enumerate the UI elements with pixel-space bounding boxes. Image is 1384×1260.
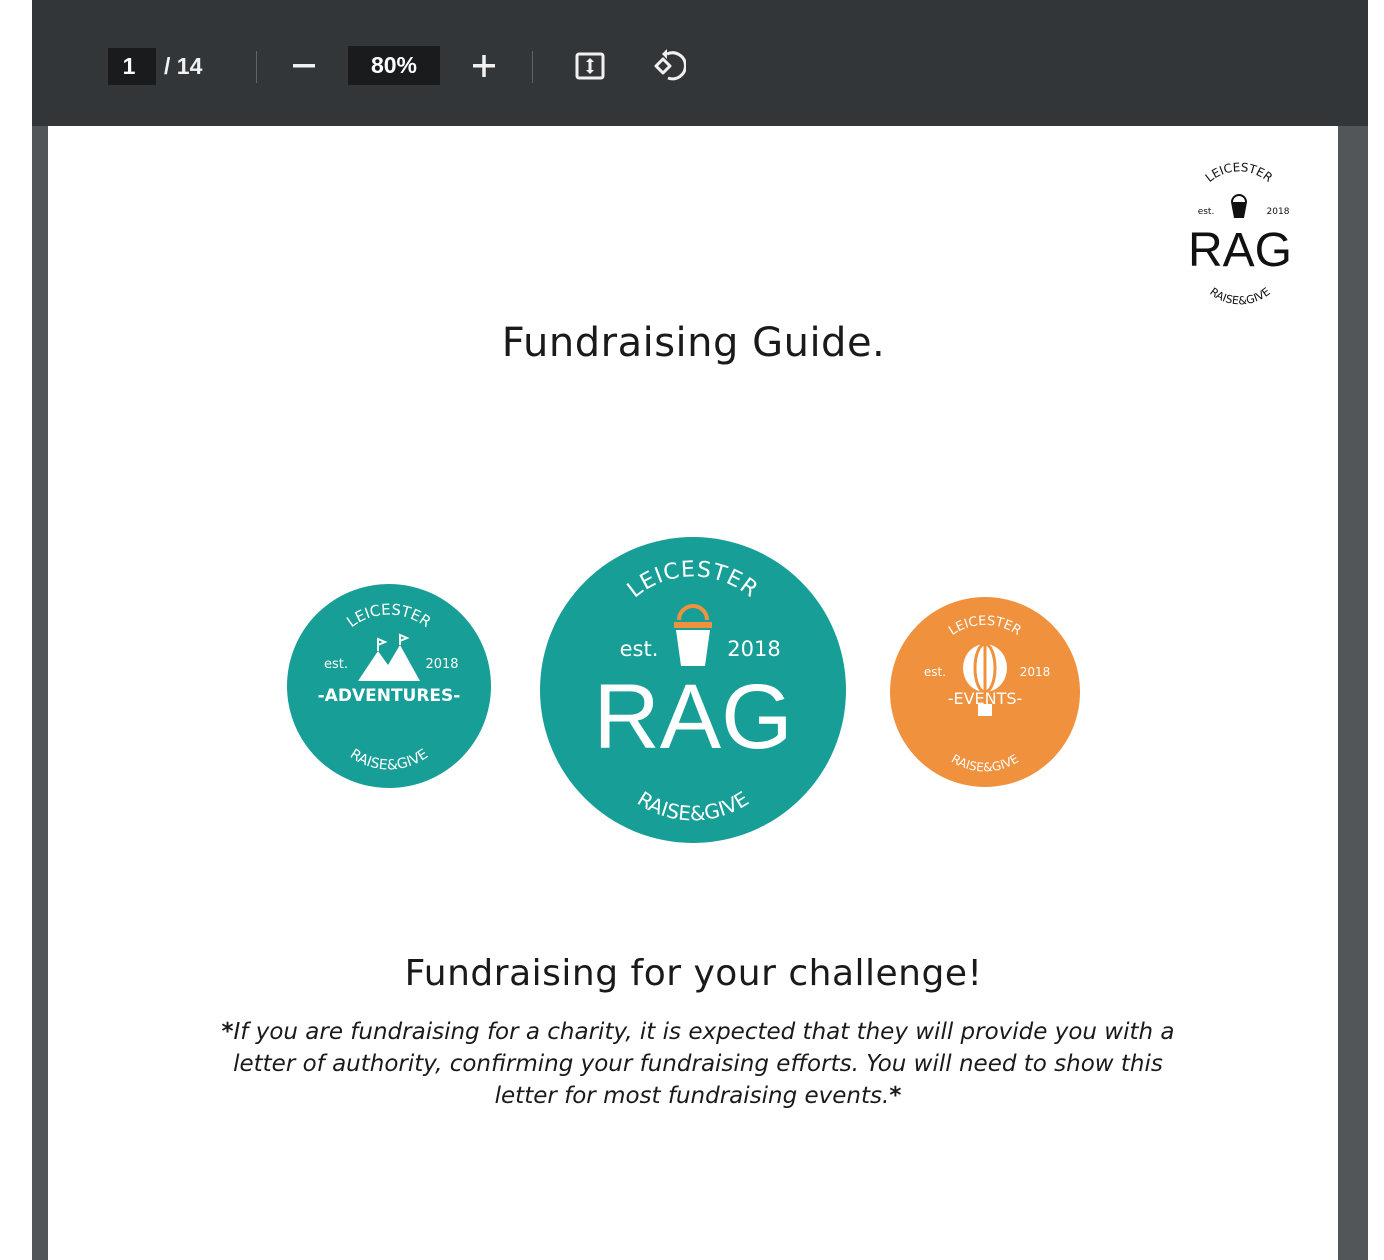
- svg-text:2018: 2018: [1020, 665, 1051, 679]
- svg-text:2018: 2018: [425, 657, 458, 672]
- note-text: If you are fundraising for a charity, it…: [233, 1019, 1175, 1109]
- logo-main-text: RAG: [1188, 224, 1292, 277]
- svg-text:est.: est.: [324, 657, 348, 672]
- pdf-viewer: 1 / 14 80% LEICESTER est. 2018 RAG RAISE…: [32, 0, 1368, 1260]
- logo-top-text: LEICESTER: [1203, 160, 1276, 185]
- fit-to-page-button[interactable]: [570, 46, 610, 86]
- rag-corner-logo: LEICESTER est. 2018 RAG RAISE&GIVE: [1188, 160, 1292, 307]
- rag-events-logo: LEICESTER est. 2018 -EVENTS- RAISE&GIVE: [890, 597, 1080, 787]
- document-title: Fundraising Guide.: [501, 320, 886, 366]
- svg-text:-EVENTS-: -EVENTS-: [948, 689, 1023, 708]
- logo-year-text: 2018: [1267, 207, 1290, 217]
- pdf-page: LEICESTER est. 2018 RAG RAISE&GIVE Fundr…: [48, 126, 1339, 1260]
- fit-to-page-icon: [575, 52, 605, 80]
- bucket-icon: [1231, 202, 1247, 218]
- note-asterisk: *: [221, 1019, 234, 1045]
- svg-text:RAG: RAG: [593, 666, 792, 768]
- pdf-toolbar: 1 / 14 80%: [32, 0, 1368, 126]
- svg-text:est.: est.: [620, 637, 659, 661]
- rotate-button[interactable]: [646, 46, 687, 86]
- svg-text:est.: est.: [924, 665, 946, 679]
- toolbar-divider: [532, 51, 533, 83]
- plus-icon: [473, 55, 495, 77]
- toolbar-divider: [256, 51, 257, 83]
- bucket-icon: [676, 630, 710, 666]
- rag-main-logo: LEICESTER est. 2018 RAG RAISE&GIVE: [540, 537, 846, 843]
- minus-icon: [293, 64, 315, 68]
- logo-est-text: est.: [1198, 207, 1215, 217]
- document-note: *If you are fundraising for a charity, i…: [208, 1016, 1188, 1112]
- zoom-level-input[interactable]: 80%: [348, 46, 440, 85]
- zoom-in-button[interactable]: [464, 46, 504, 86]
- logo-bottom-text: RAISE&GIVE: [1207, 285, 1272, 307]
- note-asterisk: *: [889, 1083, 902, 1109]
- zoom-out-button[interactable]: [284, 46, 324, 86]
- rotate-counterclockwise-icon: [654, 49, 687, 81]
- page-total: / 14: [164, 53, 203, 79]
- document-subtitle: Fundraising for your challenge!: [404, 953, 983, 994]
- scrollbar[interactable]: [1338, 126, 1368, 1260]
- page-number-input[interactable]: 1: [108, 48, 156, 85]
- svg-text:-ADVENTURES-: -ADVENTURES-: [318, 686, 461, 706]
- rag-adventures-logo: LEICESTER est. 2018 -ADVENTURES- RAISE&G…: [287, 584, 491, 788]
- svg-text:2018: 2018: [727, 637, 780, 661]
